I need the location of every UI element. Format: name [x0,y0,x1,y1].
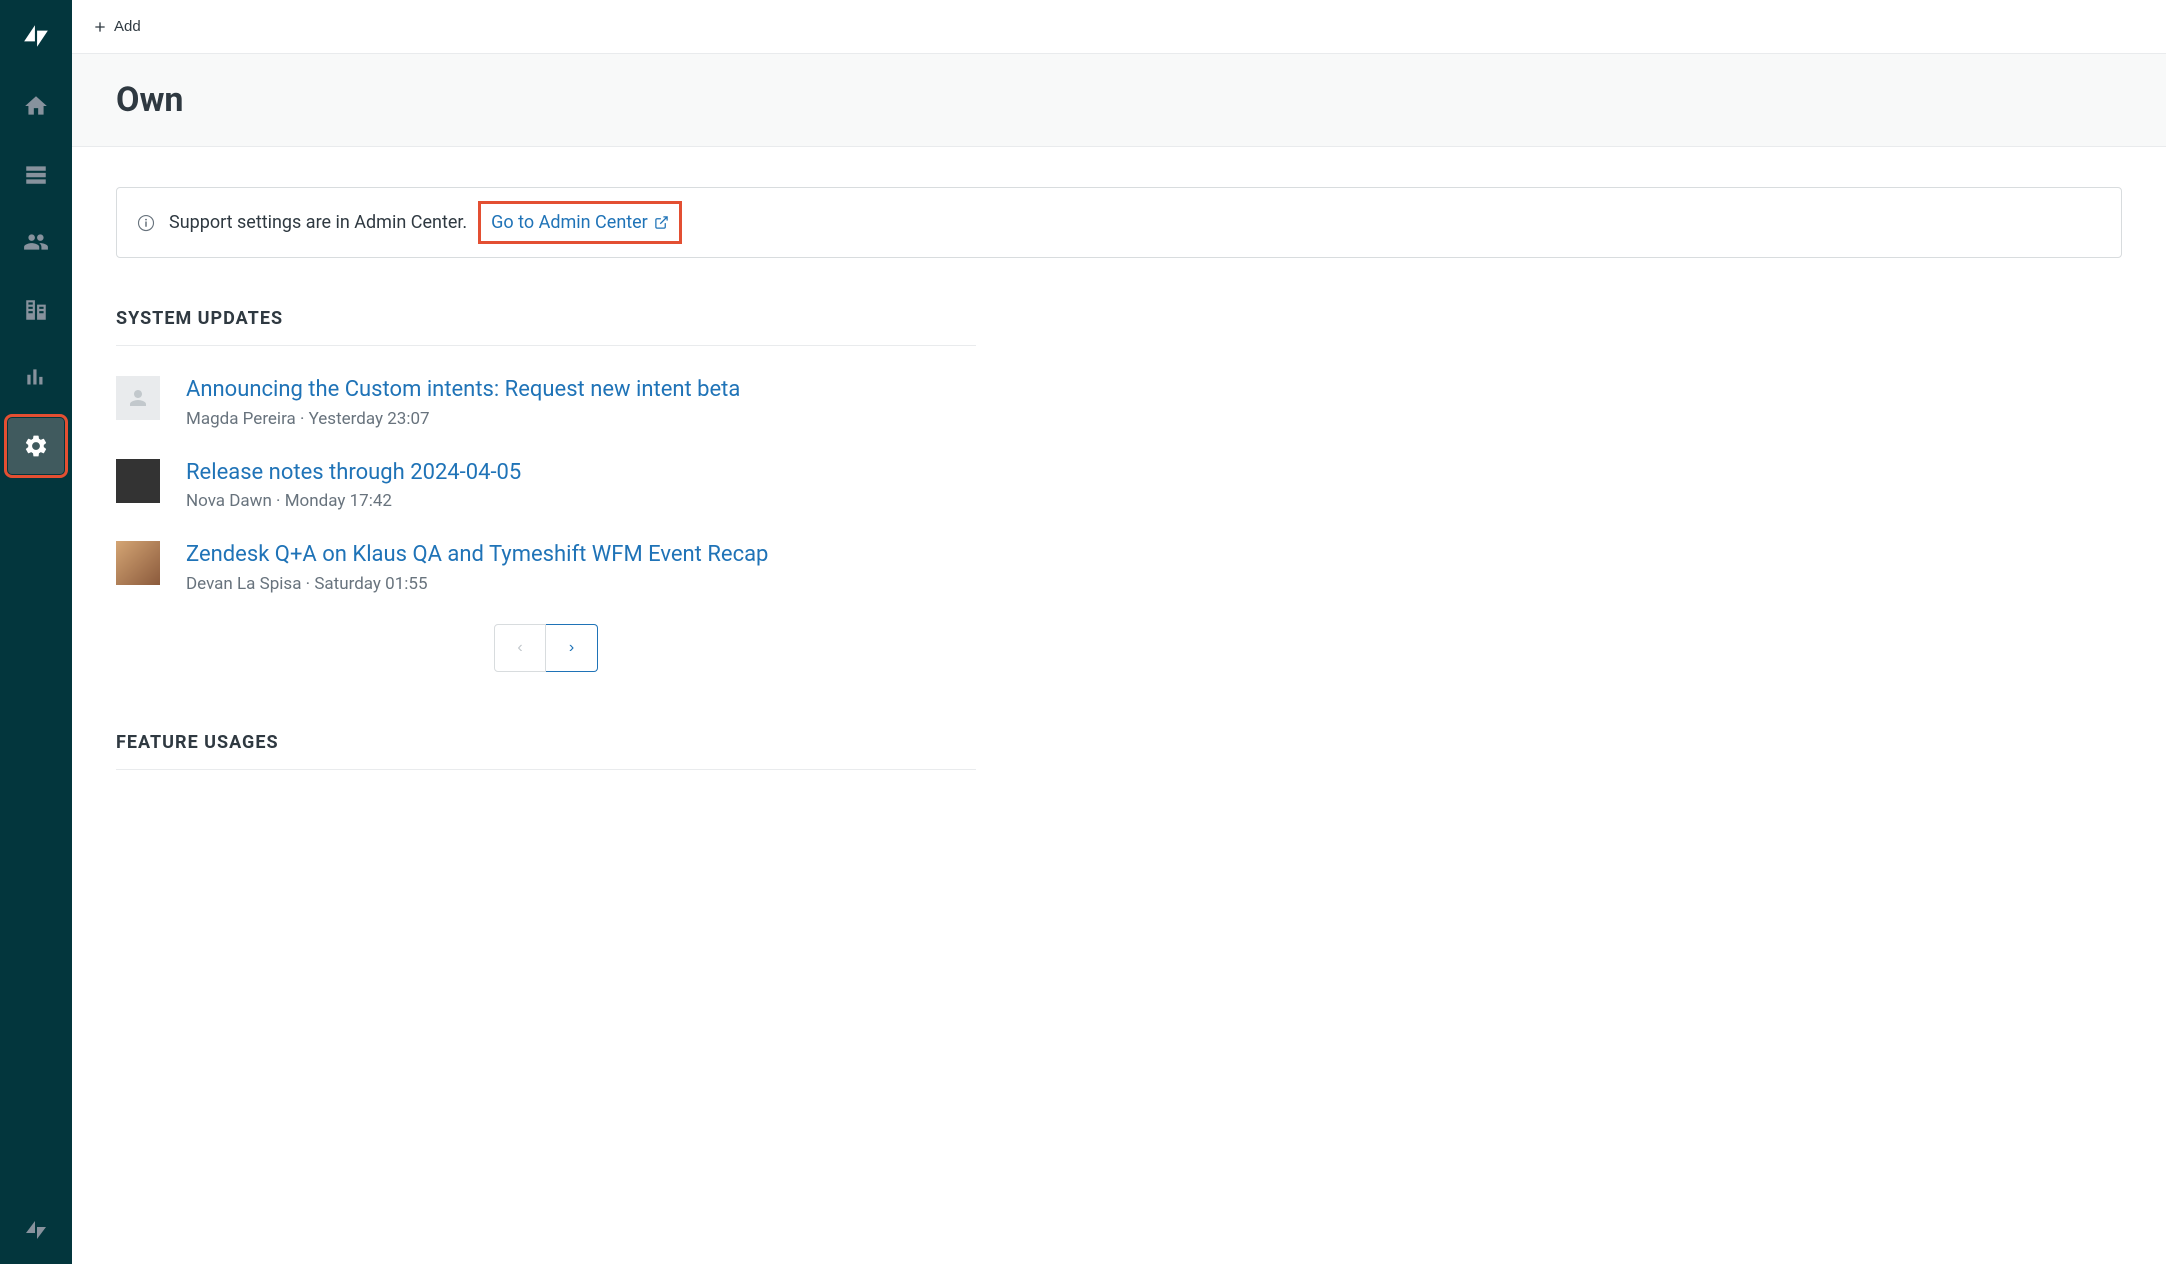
external-link-icon [654,215,669,230]
divider [116,769,976,770]
sidebar-organizations[interactable] [8,282,64,338]
banner-text: Support settings are in Admin Center. [169,212,467,233]
sidebar-home[interactable] [8,78,64,134]
go-to-admin-center-link[interactable]: Go to Admin Center [481,204,679,241]
content: Support settings are in Admin Center. Go… [72,147,2166,840]
sidebar-zendesk-products[interactable] [8,1202,64,1258]
feature-usages-heading: FEATURE USAGES [116,732,2122,753]
updates-list: Announcing the Custom intents: Request n… [116,376,976,594]
divider [116,345,976,346]
title-section: Own [72,54,2166,147]
avatar [116,541,160,585]
add-button-label: Add [114,18,141,35]
pagination-next[interactable]: › [546,624,598,672]
sidebar [0,0,72,1264]
page-title: Own [116,80,2122,120]
plus-icon [92,19,108,35]
admin-center-banner: Support settings are in Admin Center. Go… [116,187,2122,258]
update-title[interactable]: Zendesk Q+A on Klaus QA and Tymeshift WF… [186,541,768,570]
sidebar-customers[interactable] [8,214,64,270]
pagination: ‹ › [116,624,976,672]
update-title[interactable]: Announcing the Custom intents: Request n… [186,376,740,405]
update-meta: Magda Pereira · Yesterday 23:07 [186,409,740,429]
update-title[interactable]: Release notes through 2024-04-05 [186,459,521,488]
add-button[interactable]: Add [92,18,141,35]
topbar: Add [72,0,2166,54]
sidebar-reporting[interactable] [8,350,64,406]
update-meta: Devan La Spisa · Saturday 01:55 [186,574,768,594]
update-item: Announcing the Custom intents: Request n… [116,376,976,429]
main-area: Add Own Support settings are in Admin Ce… [72,0,2166,1264]
avatar [116,376,160,420]
sidebar-admin[interactable] [8,418,64,474]
update-item: Release notes through 2024-04-05 Nova Da… [116,459,976,512]
update-item: Zendesk Q+A on Klaus QA and Tymeshift WF… [116,541,976,594]
pagination-prev: ‹ [494,624,546,672]
system-updates-heading: SYSTEM UPDATES [116,308,2122,329]
info-icon [137,214,155,232]
update-meta: Nova Dawn · Monday 17:42 [186,491,521,511]
sidebar-views[interactable] [8,146,64,202]
admin-link-text: Go to Admin Center [491,212,648,233]
app-logo[interactable] [8,8,64,64]
avatar [116,459,160,503]
